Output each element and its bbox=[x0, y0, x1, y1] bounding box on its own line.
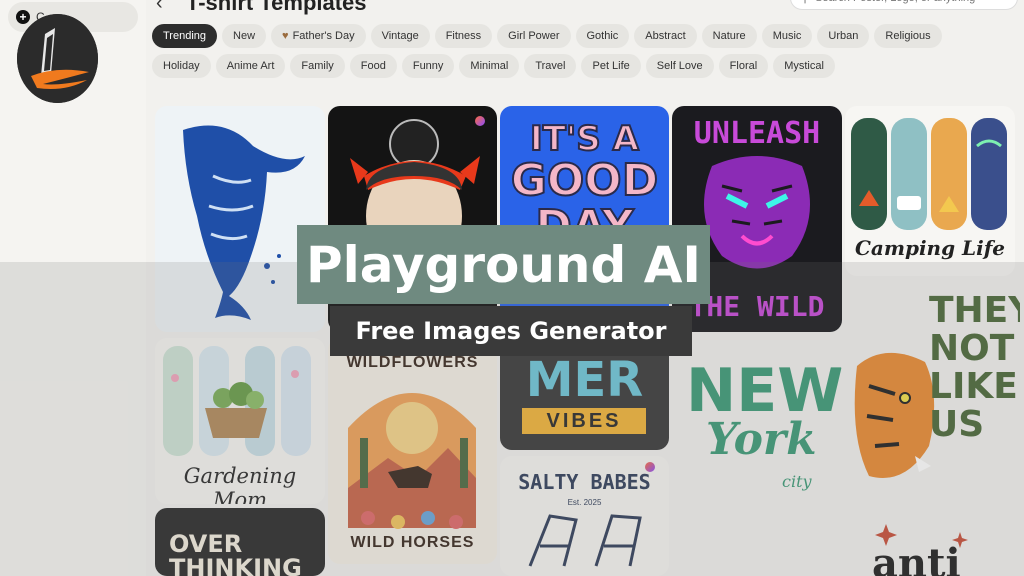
search-icon: ⚲ bbox=[801, 0, 809, 5]
thinking-text: THINKING bbox=[169, 554, 302, 576]
beach-chairs-icon bbox=[528, 514, 642, 567]
chip-label: Travel bbox=[535, 60, 566, 72]
chip-music[interactable]: Music bbox=[761, 24, 813, 48]
template-card-salty-babes[interactable]: SALTY BABES Est. 2025 bbox=[500, 456, 669, 576]
template-card-camping[interactable]: Camping Life bbox=[845, 106, 1015, 276]
chip-label: Nature bbox=[712, 30, 746, 42]
chip-gothic[interactable]: Gothic bbox=[575, 24, 630, 48]
chip-label: Fitness bbox=[445, 30, 482, 42]
chip-label: Funny bbox=[412, 60, 444, 72]
template-card-tiger-they-not[interactable]: THEY NOT LIKE US bbox=[845, 280, 1020, 500]
chip-label: Vintage bbox=[381, 30, 419, 42]
chip-family[interactable]: Family bbox=[290, 54, 345, 78]
chip-label: Pet Life bbox=[592, 60, 630, 72]
chip-food[interactable]: Food bbox=[349, 54, 397, 78]
gardening-mom-text: Gardening Mom bbox=[183, 464, 297, 504]
banner-subtitle: Free Images Generator bbox=[330, 306, 692, 356]
chip-label: Music bbox=[772, 30, 802, 42]
chip-label: Girl Power bbox=[508, 30, 560, 42]
chip-girl-power[interactable]: Girl Power bbox=[497, 24, 571, 48]
chip-new[interactable]: New bbox=[222, 24, 267, 48]
search-input[interactable] bbox=[815, 0, 1007, 4]
anti-text: anti bbox=[872, 540, 961, 576]
they-text: THEY bbox=[929, 290, 1020, 331]
over-text: OVER bbox=[169, 530, 243, 558]
chip-label: Holiday bbox=[163, 60, 200, 72]
chip-fitness[interactable]: Fitness bbox=[434, 24, 493, 48]
chip-travel[interactable]: Travel bbox=[524, 54, 577, 78]
chip-trending[interactable]: Trending bbox=[152, 24, 218, 48]
chip-label: Floral bbox=[729, 60, 758, 72]
channel-logo bbox=[17, 14, 98, 103]
template-card-wild-horses[interactable]: WILDFLOWERS WILD HORSES bbox=[328, 338, 497, 564]
chip-label: Urban bbox=[828, 30, 859, 42]
camping-life-text: Camping Life bbox=[854, 236, 1006, 260]
chip-holiday[interactable]: Holiday bbox=[152, 54, 211, 78]
premium-badge-icon bbox=[475, 116, 485, 126]
category-chips-row-2: Holiday Anime Art Family Food Funny Minimal Tr… bbox=[152, 54, 835, 78]
desert-rider-icon bbox=[348, 393, 476, 529]
chip-label: New bbox=[233, 30, 256, 42]
page-title: T-shirt Templates bbox=[186, 0, 367, 15]
not-text: NOT bbox=[929, 328, 1015, 369]
plus-icon: + bbox=[16, 10, 30, 24]
back-arrow-icon[interactable]: ‹ bbox=[156, 0, 163, 15]
chip-abstract[interactable]: Abstract bbox=[634, 24, 697, 48]
chip-vintage[interactable]: Vintage bbox=[370, 24, 430, 48]
mer-text: MER bbox=[525, 352, 644, 408]
chip-self-love[interactable]: Self Love bbox=[645, 54, 714, 78]
chip-label: Father's Day bbox=[292, 30, 355, 42]
heart-icon: ♥ bbox=[282, 30, 289, 42]
chip-label: Abstract bbox=[645, 30, 686, 42]
template-card-new-york[interactable]: NEW York city bbox=[672, 360, 842, 510]
template-card-over-thinking[interactable]: OVER THINKING bbox=[155, 508, 325, 576]
chip-mystical[interactable]: Mystical bbox=[773, 54, 835, 78]
chip-label: Family bbox=[301, 60, 334, 72]
chip-label: Mystical bbox=[784, 60, 824, 72]
new-text: NEW bbox=[686, 360, 842, 426]
chip-label: Anime Art bbox=[226, 60, 275, 72]
chip-funny[interactable]: Funny bbox=[401, 54, 455, 78]
us-text: US bbox=[929, 404, 985, 445]
york-text: York bbox=[706, 414, 817, 465]
chip-label: Minimal bbox=[470, 60, 509, 72]
chip-minimal[interactable]: Minimal bbox=[459, 54, 520, 78]
banner-title: Playground AI bbox=[297, 225, 710, 304]
wild-horses-text: WILD HORSES bbox=[350, 534, 475, 551]
chip-anime-art[interactable]: Anime Art bbox=[215, 54, 286, 78]
template-card-anti[interactable]: anti bbox=[860, 520, 1010, 576]
chip-label: Religious bbox=[885, 30, 931, 42]
category-chips-row-1: Trending New ♥ Father's Day Vintage Fitness Gi… bbox=[152, 24, 942, 48]
chip-nature[interactable]: Nature bbox=[701, 24, 757, 48]
template-card-gardening[interactable]: Gardening Mom bbox=[155, 338, 325, 504]
chip-floral[interactable]: Floral bbox=[718, 54, 769, 78]
search-box[interactable]: ⚲ bbox=[790, 0, 1018, 10]
chip-urban[interactable]: Urban bbox=[817, 24, 870, 48]
sidebar: + C bbox=[0, 0, 146, 576]
sail-logo-icon bbox=[17, 14, 98, 103]
city-text: city bbox=[782, 472, 812, 491]
chip-label: Food bbox=[360, 60, 386, 72]
chip-father-s-day[interactable]: ♥ Father's Day bbox=[271, 24, 366, 48]
chip-label: Trending bbox=[163, 30, 207, 42]
chip-label: Gothic bbox=[586, 30, 619, 42]
like-text: LIKE bbox=[929, 366, 1018, 407]
chip-religious[interactable]: Religious bbox=[874, 24, 942, 48]
chip-label: Self Love bbox=[656, 60, 703, 72]
vibes-text: VIBES bbox=[522, 408, 646, 434]
chip-pet-life[interactable]: Pet Life bbox=[581, 54, 641, 78]
